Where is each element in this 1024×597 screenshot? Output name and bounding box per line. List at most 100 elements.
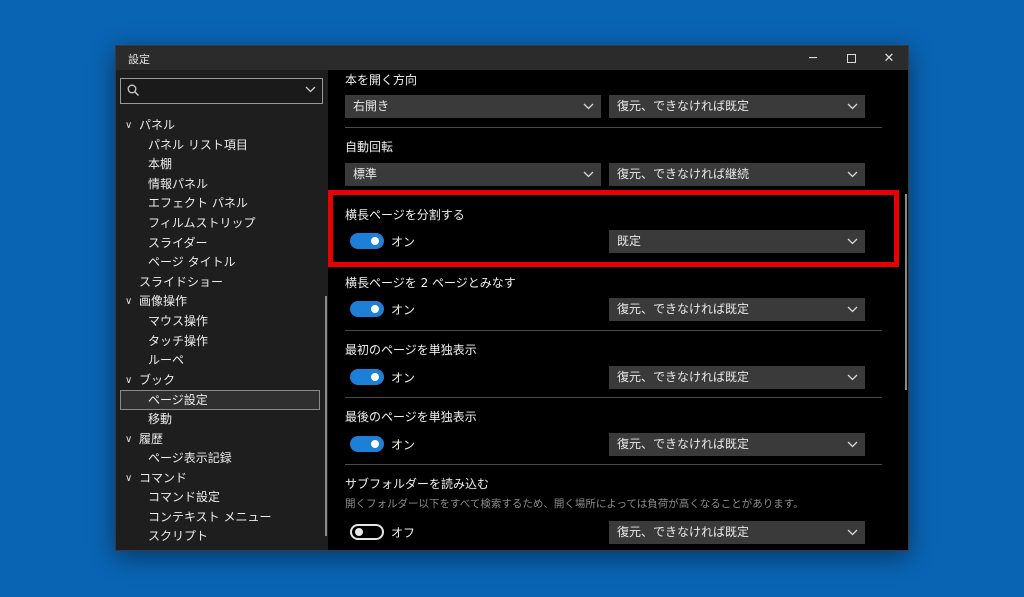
nav-item-label: 履歴 (139, 431, 164, 446)
nav-item-page-history[interactable]: ページ表示記録 (116, 449, 324, 469)
select-value: 復元、できなければ既定 (617, 437, 750, 451)
book-direction-restore-select[interactable]: 復元、できなければ既定 (609, 95, 865, 118)
search-box[interactable] (120, 78, 323, 104)
nav-item-label: フィルムストリップ (148, 215, 256, 230)
nav-item-script[interactable]: スクリプト (116, 527, 324, 547)
divider (345, 330, 882, 331)
nav-item-filmstrip[interactable]: フィルムストリップ (116, 214, 324, 234)
settings-window: 設定 ─ ✕ ∨ パネル パネル リスト項目 本棚 情報パネル エフェクト パネ… (115, 45, 909, 551)
setting-title: サブフォルダーを読み込む (345, 477, 490, 491)
split-wide-page-select[interactable]: 既定 (609, 230, 865, 253)
setting-description: 開くフォルダー以下をすべて検索するため、開く場所によっては負荷が高くなることがあ… (345, 498, 804, 510)
nav-item-label: タッチ操作 (148, 333, 209, 348)
include-subfolders-toggle[interactable] (350, 524, 384, 540)
divider (345, 127, 882, 128)
select-value: 復元、できなければ既定 (617, 99, 750, 113)
select-value: 右開き (353, 99, 390, 113)
sidebar-scrollbar[interactable] (325, 296, 327, 536)
divider (345, 397, 882, 398)
nav-item-history[interactable]: ∨ 履歴 (116, 430, 324, 450)
nav-item-label: 本棚 (148, 157, 173, 172)
toggle-state-label: オン (391, 438, 416, 452)
chevron-down-icon (583, 103, 594, 110)
nav-item-panel-list[interactable]: パネル リスト項目 (116, 136, 324, 156)
expand-icon[interactable]: ∨ (125, 116, 132, 136)
nav-item-label: ブック (139, 372, 176, 387)
content-scrollbar[interactable] (905, 194, 907, 390)
auto-rotate-restore-select[interactable]: 復元、できなければ継続 (609, 163, 865, 186)
nav-item-label: 画像操作 (139, 294, 188, 309)
chevron-down-icon (847, 529, 858, 536)
nav-item-label: ルーペ (148, 353, 185, 368)
first-page-single-select[interactable]: 復元、できなければ既定 (609, 366, 865, 389)
nav-item-loupe[interactable]: ルーペ (116, 351, 324, 371)
toggle-state-label: オフ (391, 526, 416, 540)
expand-icon[interactable]: ∨ (125, 430, 132, 450)
sidebar: ∨ パネル パネル リスト項目 本棚 情報パネル エフェクト パネル フィルムス… (116, 70, 328, 550)
nav-item-context-menu[interactable]: コンテキスト メニュー (116, 508, 324, 528)
nav-item-label: ページ表示記録 (148, 451, 232, 466)
nav-item-label: 情報パネル (148, 176, 209, 191)
select-value: 復元、できなければ継続 (617, 167, 750, 181)
select-value: 復元、できなければ既定 (617, 525, 750, 539)
first-page-single-toggle[interactable] (350, 369, 384, 385)
chevron-down-icon (847, 238, 858, 245)
nav-item-slider[interactable]: スライダー (116, 234, 324, 254)
book-direction-select[interactable]: 右開き (345, 95, 601, 118)
chevron-down-icon (583, 171, 594, 178)
nav-item-touch[interactable]: タッチ操作 (116, 332, 324, 352)
nav-item-slideshow[interactable]: スライドショー (116, 273, 324, 293)
wide-as-two-pages-toggle[interactable] (350, 301, 384, 317)
setting-title: 最初のページを単独表示 (345, 343, 477, 357)
setting-title: 最後のページを単独表示 (345, 410, 477, 424)
nav-item-label: エフェクト パネル (148, 196, 248, 211)
toggle-knob (371, 237, 379, 245)
expand-icon[interactable]: ∨ (125, 469, 132, 489)
nav-item-mouse[interactable]: マウス操作 (116, 312, 324, 332)
nav-item-label: パネル リスト項目 (148, 137, 248, 152)
include-subfolders-select[interactable]: 復元、できなければ既定 (609, 521, 865, 544)
minimize-button[interactable]: ─ (794, 46, 832, 70)
last-page-single-select[interactable]: 復元、できなければ既定 (609, 433, 865, 456)
auto-rotate-select[interactable]: 標準 (345, 163, 601, 186)
nav-item-label: 移動 (148, 411, 173, 426)
nav-item-label: パネル (139, 118, 176, 132)
nav-item-label: スクリプト (148, 529, 209, 544)
title-bar: 設定 ─ ✕ (116, 46, 908, 70)
nav-item-info-panel[interactable]: 情報パネル (116, 175, 324, 195)
nav-tree: ∨ パネル パネル リスト項目 本棚 情報パネル エフェクト パネル フィルムス… (116, 116, 324, 547)
nav-item-label: スライダー (148, 235, 208, 250)
nav-item-panel[interactable]: ∨ パネル (116, 116, 324, 136)
last-page-single-toggle[interactable] (350, 436, 384, 452)
chevron-down-icon[interactable] (305, 86, 316, 93)
nav-item-move[interactable]: 移動 (116, 410, 324, 430)
nav-item-command-settings[interactable]: コマンド設定 (116, 488, 324, 508)
toggle-state-label: オン (391, 371, 416, 385)
nav-item-label: コマンド (139, 470, 188, 485)
select-value: 復元、できなければ既定 (617, 302, 750, 316)
nav-item-label: ページ タイトル (148, 255, 236, 270)
nav-item-page-title[interactable]: ページ タイトル (116, 253, 324, 273)
nav-item-label: コンテキスト メニュー (148, 509, 272, 524)
nav-item-page-settings[interactable]: ページ設定 (120, 390, 320, 410)
nav-item-book[interactable]: ∨ ブック (116, 371, 324, 391)
split-wide-page-toggle[interactable] (350, 233, 384, 249)
nav-item-command[interactable]: ∨ コマンド (116, 469, 324, 489)
expand-icon[interactable]: ∨ (125, 292, 132, 312)
nav-item-label: スライドショー (139, 274, 224, 289)
maximize-icon (846, 53, 856, 63)
nav-item-bookshelf[interactable]: 本棚 (116, 155, 324, 175)
chevron-down-icon (847, 103, 858, 110)
select-value: 復元、できなければ既定 (617, 370, 750, 384)
wide-as-two-pages-select[interactable]: 復元、できなければ既定 (609, 298, 865, 321)
nav-item-label: マウス操作 (148, 313, 209, 328)
maximize-button[interactable] (832, 46, 870, 70)
expand-icon[interactable]: ∨ (125, 371, 132, 391)
nav-item-image-ops[interactable]: ∨ 画像操作 (116, 292, 324, 312)
setting-title: 横長ページを 2 ページとみなす (345, 276, 516, 290)
select-value: 既定 (617, 234, 642, 248)
close-button[interactable]: ✕ (870, 46, 908, 70)
divider (345, 464, 882, 465)
nav-item-effect-panel[interactable]: エフェクト パネル (116, 194, 324, 214)
toggle-knob (355, 528, 363, 536)
